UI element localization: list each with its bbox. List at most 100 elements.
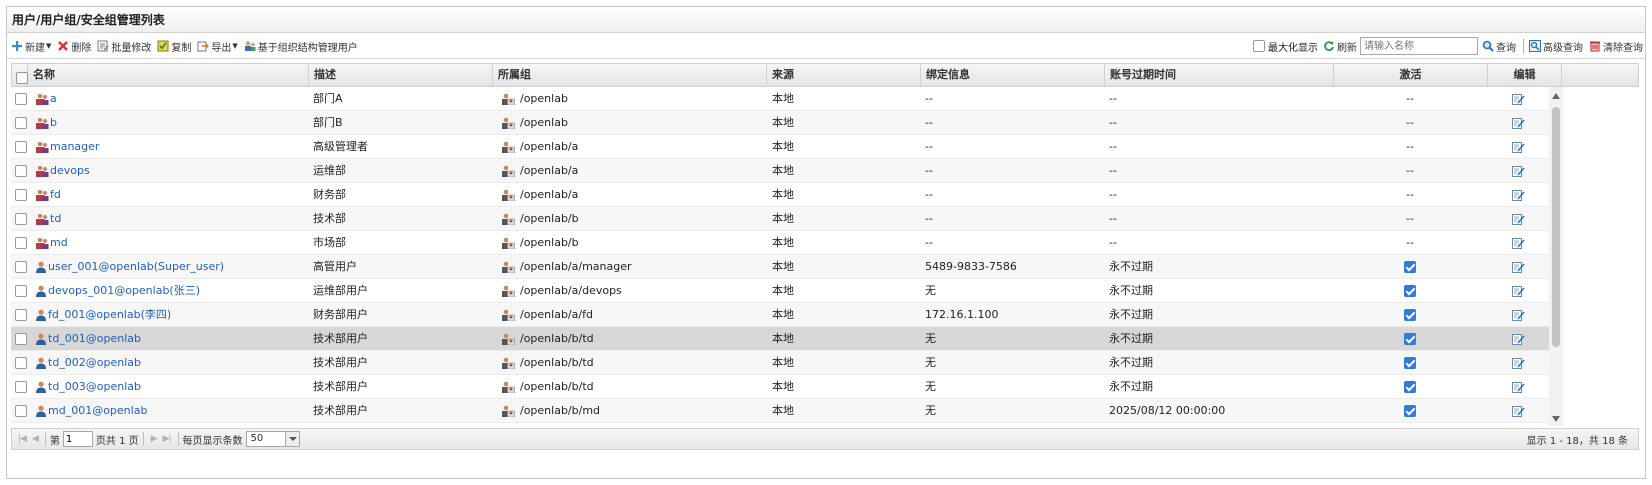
edit-cell[interactable] [1487,183,1549,206]
row-name-link[interactable]: td [50,212,61,225]
query-button[interactable]: 查询 [1482,39,1516,54]
row-checkbox[interactable] [15,237,27,249]
edit-cell[interactable] [1487,111,1549,134]
org-manage-users-button[interactable]: 基于组织结构管理用户 [244,39,358,54]
row-checkbox[interactable] [15,333,27,345]
active-checkbox[interactable] [1404,405,1416,417]
edit-cell[interactable] [1487,327,1549,350]
row-name-link[interactable]: td_001@openlab [48,332,141,345]
column-header-name[interactable]: 名称 [28,64,309,86]
row-checkbox[interactable] [15,141,27,153]
row-binding: 172.16.1.100 [925,308,999,321]
copy-button[interactable]: 复制 [157,39,191,54]
column-header-active[interactable]: 激活 [1334,64,1488,86]
page-number-input[interactable] [62,431,93,447]
table-row[interactable]: devops_001@openlab(张三) 运维部用户/openlab/a/de… [11,279,1549,303]
table-row[interactable]: td_002@openlab 技术部用户/openlab/b/td 本地 无 永不过期 [11,351,1549,375]
row-checkbox[interactable] [15,285,27,297]
row-checkbox[interactable] [15,93,27,105]
row-name-link[interactable]: td_002@openlab [48,356,141,369]
row-checkbox[interactable] [15,189,27,201]
row-checkbox[interactable] [15,405,27,417]
table-row[interactable]: b 部门B/openlab 本地 -- -- -- [11,111,1549,135]
row-checkbox[interactable] [15,261,27,273]
row-checkbox[interactable] [15,309,27,321]
prev-page-icon[interactable]: ◀ [32,434,39,444]
table-row[interactable]: fd 财务部/openlab/a 本地 -- -- -- [11,183,1549,207]
table-row[interactable]: td_003@openlab 技术部用户/openlab/b/td 本地 无 永不过期 [11,375,1549,399]
next-page-icon[interactable]: ▶ [151,434,158,444]
row-group: /openlab/b/td [520,332,594,345]
row-name-link[interactable]: user_001@openlab(Super_user) [48,260,224,273]
table-row[interactable]: md 市场部/openlab/b 本地 -- -- -- [11,231,1549,255]
user-folder-icon [502,141,515,153]
row-name-link[interactable]: fd_001@openlab(李四) [48,308,171,321]
row-checkbox[interactable] [15,117,27,129]
column-header-desc[interactable]: 描述 [309,64,493,86]
active-checkbox[interactable] [1404,285,1416,297]
select-all-checkbox[interactable] [16,71,28,84]
clear-query-button[interactable]: 清除查询 [1589,39,1643,54]
column-header-group[interactable]: 所属组 [493,64,767,86]
last-page-icon[interactable]: ▶| [163,434,172,444]
vertical-scrollbar[interactable] [1549,87,1563,426]
active-checkbox[interactable] [1404,333,1416,345]
row-checkbox[interactable] [15,381,27,393]
table-row[interactable]: td 技术部/openlab/b 本地 -- -- -- [11,207,1549,231]
table-row[interactable]: fd_001@openlab(李四) 财务部用户/openlab/a/fd 本地 17… [11,303,1549,327]
chevron-down-icon[interactable] [284,432,299,446]
table-row[interactable]: a 部门A/openlab 本地 -- -- -- [11,87,1549,111]
row-name-link[interactable]: fd [50,188,61,201]
edit-cell[interactable] [1487,303,1549,326]
row-name-link[interactable]: b [50,116,57,129]
batch-edit-button[interactable]: 批量修改 [97,39,151,54]
row-checkbox[interactable] [15,165,27,177]
active-checkbox[interactable] [1404,261,1416,273]
active-checkbox[interactable] [1404,357,1416,369]
edit-cell[interactable] [1487,135,1549,158]
scroll-thumb[interactable] [1552,107,1560,347]
column-header-expiry[interactable]: 账号过期时间 [1105,64,1334,86]
per-page-select[interactable]: 50 [245,431,300,447]
edit-cell[interactable] [1487,255,1549,278]
first-page-icon[interactable]: |◀ [18,434,27,444]
table-row[interactable]: devops 运维部/openlab/a 本地 -- -- -- [11,159,1549,183]
export-button[interactable]: 导出 ▼ [197,39,238,54]
table-row[interactable]: user_001@openlab(Super_user) 高管用户/openlab… [11,255,1549,279]
table-row[interactable]: md_001@openlab 技术部用户/openlab/b/md 本地 无 2025/… [11,399,1549,423]
search-input[interactable] [1360,37,1478,55]
page-suffix: 页共 1 页 [95,435,139,447]
user-group-list-panel: 用户/用户组/安全组管理列表 新建 ▼ 删除 批量修改 复制 导出 ▼ 基于组织… [6,6,1646,479]
row-name-link[interactable]: md [50,236,68,249]
edit-cell[interactable] [1487,351,1549,374]
column-header-source[interactable]: 来源 [767,64,921,86]
row-name-link[interactable]: manager [50,140,99,153]
scroll-up-icon[interactable] [1552,93,1560,99]
refresh-button[interactable]: 刷新 [1323,39,1357,54]
edit-cell[interactable] [1487,279,1549,302]
row-name-link[interactable]: a [50,92,57,105]
edit-cell[interactable] [1487,159,1549,182]
edit-cell[interactable] [1487,399,1549,422]
advanced-query-button[interactable]: 高级查询 [1529,39,1583,54]
active-checkbox[interactable] [1404,381,1416,393]
table-row[interactable]: td_001@openlab 技术部用户/openlab/b/td 本地 无 永不过期 [11,327,1549,351]
edit-cell[interactable] [1487,87,1549,110]
delete-button[interactable]: 删除 [57,39,91,54]
edit-cell[interactable] [1487,375,1549,398]
table-row[interactable]: manager 高级管理者/openlab/a 本地 -- -- -- [11,135,1549,159]
row-name-link[interactable]: devops_001@openlab(张三) [48,284,200,297]
maximize-checkbox[interactable] [1253,40,1265,52]
edit-cell[interactable] [1487,231,1549,254]
scroll-down-icon[interactable] [1552,416,1560,422]
row-name-link[interactable]: md_001@openlab [48,404,147,417]
column-header-binding[interactable]: 绑定信息 [921,64,1105,86]
active-checkbox[interactable] [1404,309,1416,321]
row-name-link[interactable]: devops [50,164,90,177]
row-checkbox[interactable] [15,357,27,369]
user-group-icon [36,141,49,153]
new-button[interactable]: 新建 ▼ [11,39,51,54]
row-checkbox[interactable] [15,213,27,225]
row-name-link[interactable]: td_003@openlab [48,380,141,393]
edit-cell[interactable] [1487,207,1549,230]
